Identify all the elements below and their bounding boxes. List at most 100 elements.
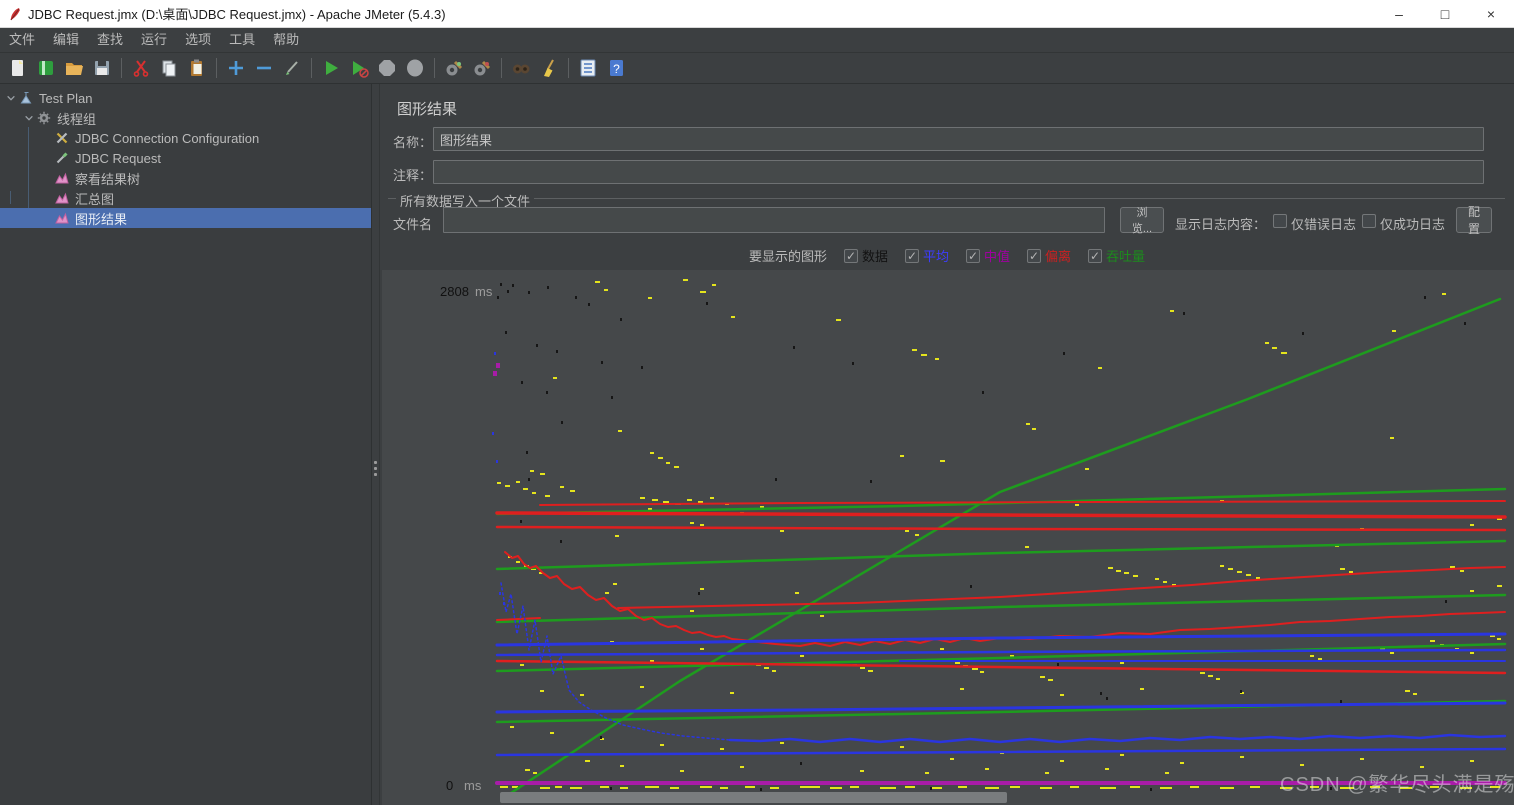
comment-input[interactable] [433, 160, 1484, 184]
svg-text:?: ? [613, 62, 620, 76]
toolbar-separator [216, 58, 217, 78]
display-graph-item-4: ✓ 吞吐量 [1088, 246, 1145, 265]
toolbar-separator [311, 58, 312, 78]
panel-title: 图形结果 [397, 98, 457, 119]
toolbar-separator [121, 58, 122, 78]
display-graph-label-0: 数据 [862, 246, 888, 265]
remote-stop-all-icon[interactable] [469, 55, 495, 81]
function-helper-icon[interactable] [575, 55, 601, 81]
save-icon[interactable] [89, 55, 115, 81]
display-graph-checkbox-0[interactable]: ✓ [844, 249, 858, 263]
display-graph-item-2: ✓ 中值 [966, 246, 1010, 265]
tree-item-label: 察看结果树 [75, 169, 140, 188]
browse-button[interactable]: 浏览... [1120, 207, 1164, 233]
menu-item-3[interactable]: 运行 [132, 28, 176, 52]
tree-item-jdbc-request[interactable]: JDBC Request [0, 148, 371, 168]
display-graph-checkbox-1[interactable]: ✓ [905, 249, 919, 263]
cut-icon[interactable] [128, 55, 154, 81]
test-plan-icon [18, 91, 34, 105]
success-only-label[interactable]: 仅成功日志 [1380, 214, 1445, 233]
tree-item-线程组[interactable]: 线程组 [0, 108, 371, 128]
display-graph-checkbox-2[interactable]: ✓ [966, 249, 980, 263]
paste-icon[interactable] [184, 55, 210, 81]
tree-item-label: 汇总图 [75, 189, 114, 208]
tree-item-汇总图[interactable]: 汇总图 [0, 188, 371, 208]
graphs-to-display-row: 要显示的图形 ✓数据✓平均✓中值✓偏离✓吞吐量 [380, 246, 1514, 265]
remove-icon[interactable] [251, 55, 277, 81]
tree-item-jdbc-connection-configuration[interactable]: JDBC Connection Configuration [0, 128, 371, 148]
title-bar: JDBC Request.jmx (D:\桌面\JDBC Request.jmx… [0, 0, 1514, 28]
jdbc-config-icon [54, 131, 70, 145]
stop-icon[interactable] [374, 55, 400, 81]
maximize-button[interactable]: □ [1422, 0, 1468, 27]
search-icon[interactable] [508, 55, 534, 81]
tree-item-label: JDBC Request [75, 151, 161, 166]
split-divider[interactable] [371, 84, 380, 805]
toolbar-separator [434, 58, 435, 78]
tree-item-test-plan[interactable]: Test Plan [0, 88, 371, 108]
watermark-text: CSDN @繁华尽头满是殇 [1280, 768, 1514, 797]
name-label: 名称： [393, 132, 432, 151]
listener-icon [54, 191, 70, 205]
configure-button[interactable]: 配置 [1456, 207, 1492, 233]
tree-item-察看结果树[interactable]: 察看结果树 [0, 168, 371, 188]
minimize-button[interactable]: – [1376, 0, 1422, 27]
display-graph-label-2: 中值 [984, 246, 1010, 265]
templates-icon[interactable] [33, 55, 59, 81]
thread-group-icon [36, 111, 52, 125]
jmeter-window: JDBC Request.jmx (D:\桌面\JDBC Request.jmx… [0, 0, 1514, 805]
tree-item-图形结果[interactable]: 图形结果 [0, 208, 371, 228]
tree-expand-chevron[interactable] [22, 111, 36, 125]
shutdown-icon[interactable] [402, 55, 428, 81]
open-file-icon[interactable] [61, 55, 87, 81]
graph-results-panel: 图形结果 名称： 注释： 所有数据写入一个文件 文件名 浏览... 显示日志内容… [380, 84, 1514, 805]
graphs-to-display-label: 要显示的图形 [749, 246, 827, 265]
display-graph-item-3: ✓偏离 [1027, 246, 1071, 265]
display-graph-checkbox-4[interactable]: ✓ [1088, 249, 1102, 263]
tree-expand-chevron[interactable] [4, 91, 18, 105]
toolbar-separator [568, 58, 569, 78]
add-icon[interactable] [223, 55, 249, 81]
display-graph-label-4: 吞吐量 [1106, 246, 1145, 265]
remote-start-all-icon[interactable] [441, 55, 467, 81]
tree-item-label: Test Plan [39, 91, 92, 106]
horizontal-scrollbar-thumb[interactable] [500, 792, 1007, 803]
copy-icon[interactable] [156, 55, 182, 81]
window-title: JDBC Request.jmx (D:\桌面\JDBC Request.jmx… [28, 4, 446, 23]
clear-all-icon[interactable] [536, 55, 562, 81]
help-icon[interactable]: ? [603, 55, 629, 81]
divider-grip[interactable] [374, 461, 378, 476]
menu-bar: 文件编辑查找运行选项工具帮助 [0, 28, 1514, 53]
start-icon[interactable] [318, 55, 344, 81]
file-group-border [388, 198, 1505, 199]
errors-only-label[interactable]: 仅错误日志 [1291, 214, 1356, 233]
filename-input[interactable] [443, 207, 1105, 233]
success-only-checkbox[interactable] [1362, 214, 1376, 228]
y-axis-max-value: 2808 [440, 284, 469, 299]
display-graph-checkbox-3[interactable]: ✓ [1027, 249, 1041, 263]
close-button[interactable]: × [1468, 0, 1514, 27]
start-no-timers-icon[interactable] [346, 55, 372, 81]
name-input[interactable] [433, 127, 1484, 151]
display-graph-item-1: ✓平均 [905, 246, 949, 265]
menu-item-6[interactable]: 帮助 [264, 28, 308, 52]
y-axis-min-value: 0 [446, 778, 453, 793]
filename-label: 文件名 [393, 214, 432, 233]
errors-only-checkbox[interactable] [1273, 214, 1287, 228]
test-plan-tree: Test Plan 线程组JDBC Connection Configuratio… [0, 84, 371, 805]
new-file-icon[interactable] [5, 55, 31, 81]
y-axis-min-unit: ms [464, 778, 481, 793]
menu-item-0[interactable]: 文件 [0, 28, 44, 52]
toolbar: ? [0, 53, 1514, 84]
comment-label: 注释： [393, 165, 432, 184]
menu-item-2[interactable]: 查找 [88, 28, 132, 52]
menu-item-1[interactable]: 编辑 [44, 28, 88, 52]
listener-icon [54, 211, 70, 225]
display-graph-item-0: ✓ 数据 [844, 246, 888, 265]
menu-item-5[interactable]: 工具 [220, 28, 264, 52]
plot-background [382, 270, 1514, 805]
menu-item-4[interactable]: 选项 [176, 28, 220, 52]
toggle-icon[interactable] [279, 55, 305, 81]
y-axis-max-unit: ms [475, 284, 492, 299]
jdbc-request-icon [54, 151, 70, 165]
